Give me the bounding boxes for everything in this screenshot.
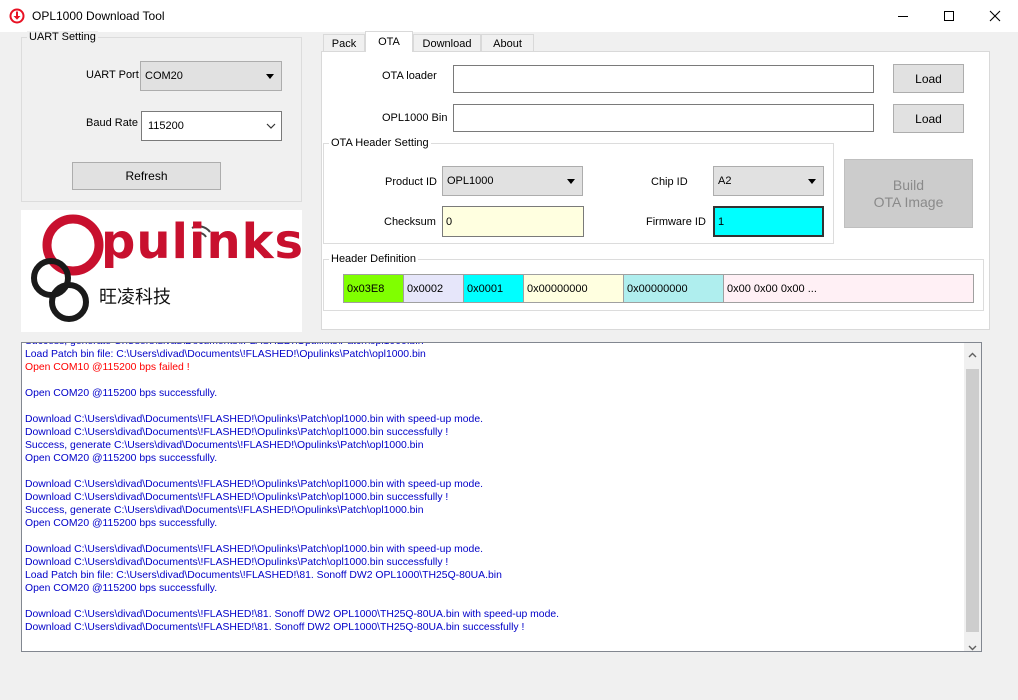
maximize-button[interactable] <box>926 0 972 32</box>
log-line: Success, generate C:\Users\divad\Documen… <box>25 505 424 516</box>
logo-text: pulinks <box>101 214 304 270</box>
header-cell-firmware: 0x0001 <box>463 274 524 303</box>
build-label-line2: OTA Image <box>873 193 944 210</box>
log-scrollbar-thumb[interactable] <box>966 369 979 632</box>
log-line: Load Patch bin file: C:\Users\divad\Docu… <box>25 570 502 581</box>
tab-about[interactable]: About <box>481 34 534 52</box>
baud-rate-select[interactable]: 115200 <box>141 111 282 141</box>
tab-pack[interactable]: Pack <box>323 34 365 52</box>
chevron-down-icon <box>266 123 276 129</box>
chip-id-label: Chip ID <box>651 176 688 188</box>
logo-subtext: 旺凌科技 <box>99 287 171 308</box>
maximize-icon <box>944 11 954 21</box>
header-cell-checksum: 0x00000000 <box>523 274 624 303</box>
minimize-button[interactable] <box>880 0 926 32</box>
window-title: OPL1000 Download Tool <box>32 9 165 23</box>
firmware-id-label: Firmware ID <box>646 216 706 228</box>
ota-loader-input[interactable] <box>453 65 874 93</box>
log-line: Download C:\Users\divad\Documents\!FLASH… <box>25 557 449 568</box>
checksum-label: Checksum <box>384 216 436 228</box>
minimize-icon <box>898 16 908 17</box>
uart-port-label: UART Port <box>86 69 139 81</box>
chip-id-value: A2 <box>718 175 732 187</box>
header-cell-magic: 0x03E8 <box>343 274 404 303</box>
product-id-select[interactable]: OPL1000 <box>442 166 583 196</box>
ota-header-setting-title: OTA Header Setting <box>329 137 431 149</box>
header-cell-size: 0x00000000 <box>623 274 724 303</box>
opulinks-logo: pulinks 旺凌科技 <box>21 210 304 332</box>
close-icon <box>989 10 1001 22</box>
chevron-down-icon <box>567 179 575 184</box>
tab-ota[interactable]: OTA <box>365 31 413 52</box>
logo-text-main: pulinks <box>101 214 305 270</box>
log-line: Open COM20 @115200 bps successfully. <box>25 388 218 399</box>
chevron-down-icon <box>266 74 274 79</box>
log-line: Open COM20 @115200 bps successfully. <box>25 583 218 594</box>
log-line: Download C:\Users\divad\Documents\!FLASH… <box>25 414 483 425</box>
refresh-button[interactable]: Refresh <box>72 162 221 190</box>
close-button[interactable] <box>972 0 1018 32</box>
log-line: Download C:\Users\divad\Documents\!FLASH… <box>25 427 449 438</box>
log-line: Success, generate C:\Users\divad\Documen… <box>25 440 424 451</box>
baud-rate-value: 115200 <box>148 120 184 132</box>
build-label-line1: Build <box>892 176 925 193</box>
log-line: Download C:\Users\divad\Documents\!FLASH… <box>25 609 560 620</box>
ota-loader-label: OTA loader <box>382 70 437 82</box>
log-line: Download C:\Users\divad\Documents\!FLASH… <box>25 622 525 633</box>
uart-port-select[interactable]: COM20 <box>140 61 282 91</box>
scroll-down-icon[interactable] <box>968 640 977 654</box>
product-id-label: Product ID <box>385 176 437 188</box>
log-line: Download C:\Users\divad\Documents\!FLASH… <box>25 492 449 503</box>
log-output[interactable]: Success, generate C:\Users\divad\Documen… <box>21 342 982 652</box>
log-line: Load Patch bin file: C:\Users\divad\Docu… <box>25 349 426 360</box>
opl1000-bin-label: OPL1000 Bin <box>382 112 448 124</box>
uart-setting-title: UART Setting <box>27 31 98 43</box>
log-line: Download C:\Users\divad\Documents\!FLASH… <box>25 544 483 555</box>
ota-loader-load-button[interactable]: Load <box>893 64 964 93</box>
header-cell-reserved: 0x00 0x00 0x00 ... <box>723 274 974 303</box>
product-id-value: OPL1000 <box>447 175 494 187</box>
log-line: Download C:\Users\divad\Documents\!FLASH… <box>25 479 483 490</box>
firmware-id-input[interactable]: 1 <box>713 206 824 237</box>
baud-rate-label: Baud Rate <box>86 117 138 129</box>
header-definition-title: Header Definition <box>329 253 418 265</box>
checksum-input[interactable]: 0 <box>442 206 584 237</box>
download-circle-icon <box>9 8 25 24</box>
chip-id-select[interactable]: A2 <box>713 166 824 196</box>
log-lines: Success, generate C:\Users\divad\Documen… <box>25 343 560 634</box>
log-line: Open COM10 @115200 bps failed ! <box>25 362 190 373</box>
tab-download[interactable]: Download <box>413 34 481 52</box>
chevron-down-icon <box>808 179 816 184</box>
header-cell-product: 0x0002 <box>403 274 464 303</box>
uart-port-value: COM20 <box>145 70 183 82</box>
build-ota-image-button[interactable]: Build OTA Image <box>844 159 973 228</box>
opl1000-bin-input[interactable] <box>453 104 874 132</box>
log-line: Open COM20 @115200 bps successfully. <box>25 453 218 464</box>
log-line: Open COM20 @115200 bps successfully. <box>25 518 218 529</box>
opl1000-bin-load-button[interactable]: Load <box>893 104 964 133</box>
scroll-up-icon[interactable] <box>968 347 977 361</box>
